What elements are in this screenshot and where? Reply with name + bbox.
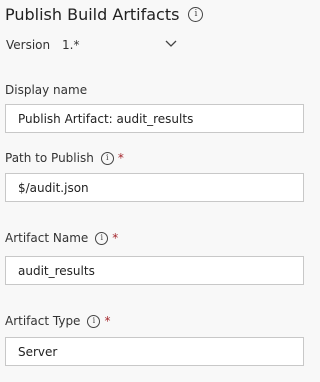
info-icon[interactable]: i [95,231,109,245]
version-label: Version [6,38,51,52]
artifact-type-value: Server [18,344,58,359]
required-marker: * [104,314,111,328]
chevron-down-icon[interactable] [164,36,178,50]
info-icon[interactable]: i [188,6,204,22]
display-name-label: Display name [5,83,88,97]
info-icon[interactable]: i [87,314,101,328]
path-to-publish-label: Path to Publish i * [5,151,124,165]
artifact-type-select[interactable]: Server [5,337,304,366]
display-name-value: Publish Artifact: audit_results [18,111,194,126]
display-name-input[interactable]: Publish Artifact: audit_results [5,104,304,133]
artifact-type-label: Artifact Type i * [5,314,111,328]
artifact-name-value: audit_results [18,263,95,278]
version-selector[interactable]: Version 1.* [6,36,186,54]
info-icon[interactable]: i [100,151,114,165]
version-value[interactable]: 1.* [62,38,79,52]
path-to-publish-input[interactable]: $/audit.json [5,173,304,202]
panel-title: Publish Build Artifacts i [5,3,204,25]
required-marker: * [117,151,124,165]
artifact-name-label: Artifact Name i * [5,231,119,245]
path-to-publish-value: $/audit.json [18,180,89,195]
required-marker: * [112,231,119,245]
artifact-name-input[interactable]: audit_results [5,256,304,285]
panel-title-text: Publish Build Artifacts [5,4,180,24]
